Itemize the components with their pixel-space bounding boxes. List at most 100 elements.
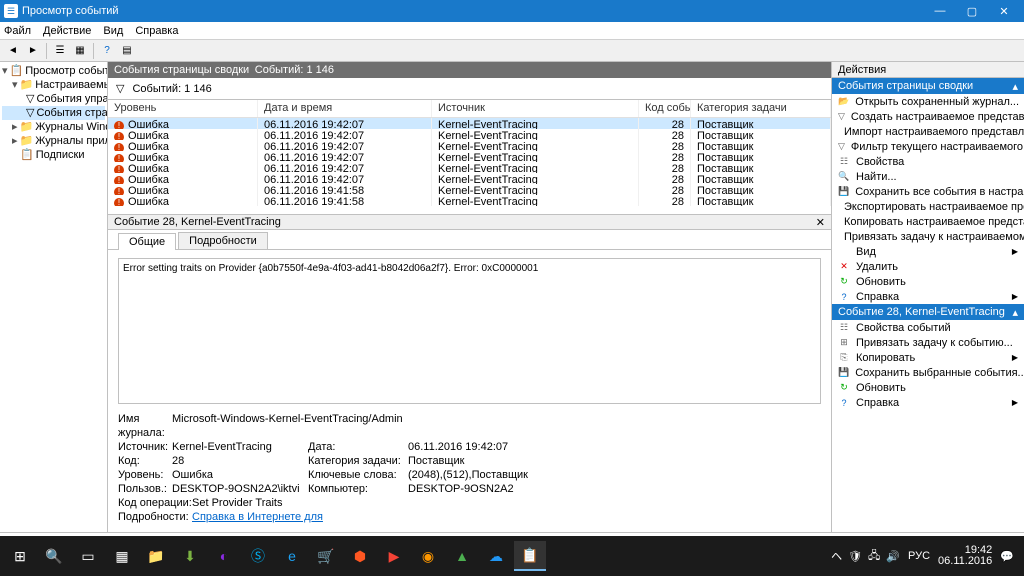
search-button[interactable]: 🔍 [38, 541, 70, 571]
back-button[interactable]: ◄ [4, 42, 22, 60]
menu-view[interactable]: Вид [103, 25, 123, 37]
tab-details[interactable]: Подробности [178, 232, 268, 249]
action-item[interactable]: ▽Создать настраиваемое представление... [832, 109, 1024, 124]
table-row[interactable]: !Ошибка06.11.2016 19:42:07Kernel-EventTr… [108, 140, 831, 151]
tree-custom[interactable]: Настраиваемые представл [35, 78, 108, 92]
tree-custom-1[interactable]: События страницы свод [36, 106, 108, 120]
taskbar-app[interactable]: 📁 [140, 541, 172, 571]
actions-header: Действия [832, 62, 1024, 78]
minimize-button[interactable]: — [924, 0, 956, 22]
action-item[interactable]: ↻Обновить [832, 274, 1024, 289]
filter-icon[interactable]: ▽ [116, 82, 124, 95]
actions-section-2[interactable]: Событие 28, Kernel-EventTracing▴ [832, 304, 1024, 320]
col-datetime[interactable]: Дата и время [258, 100, 432, 117]
collapse-icon[interactable]: ▴ [1012, 80, 1018, 93]
toolbar-prop-icon[interactable]: ▦ [71, 42, 89, 60]
taskbar-app[interactable]: e [276, 541, 308, 571]
tree-winlogs[interactable]: Журналы Windows [35, 120, 108, 134]
maximize-button[interactable]: ▢ [956, 0, 988, 22]
action-icon [838, 246, 850, 258]
window-titlebar: ☰ Просмотр событий — ▢ ✕ [0, 0, 1024, 22]
taskbar-app[interactable]: ▶ [378, 541, 410, 571]
action-item[interactable]: ⎘Копировать▶ [832, 350, 1024, 365]
table-row[interactable]: !Ошибка06.11.2016 19:42:07Kernel-EventTr… [108, 162, 831, 173]
taskbar-app[interactable]: ▲ [446, 541, 478, 571]
menu-file[interactable]: Файл [4, 25, 31, 37]
table-row[interactable]: !Ошибка06.11.2016 19:42:07Kernel-EventTr… [108, 151, 831, 162]
detail-close-icon[interactable]: ✕ [816, 216, 825, 229]
action-item[interactable]: ?Справка▶ [832, 289, 1024, 304]
taskbar-app[interactable]: ⬇ [174, 541, 206, 571]
action-item[interactable]: ✕Удалить [832, 259, 1024, 274]
table-row[interactable]: !Ошибка06.11.2016 19:41:58Kernel-EventTr… [108, 195, 831, 206]
action-item[interactable]: ☷Свойства событий [832, 320, 1024, 335]
actions-section-1[interactable]: События страницы сводки▴ [832, 78, 1024, 94]
table-row[interactable]: !Ошибка06.11.2016 19:42:07Kernel-EventTr… [108, 129, 831, 140]
action-item[interactable]: ☷Свойства [832, 154, 1024, 169]
taskbar-app[interactable]: ☁ [480, 541, 512, 571]
error-icon: ! [114, 143, 124, 152]
taskbar-app[interactable]: Ⓢ [242, 541, 274, 571]
action-icon: ⎘ [838, 352, 850, 364]
table-row[interactable]: !Ошибка06.11.2016 19:42:07Kernel-EventTr… [108, 118, 831, 129]
taskbar-app[interactable]: ⬢ [344, 541, 376, 571]
toolbar-help-icon[interactable]: ? [98, 42, 116, 60]
tree-root[interactable]: Просмотр событий (Локальн [25, 64, 108, 78]
menu-help[interactable]: Справка [135, 25, 178, 37]
toolbar-action-icon[interactable]: ☰ [51, 42, 69, 60]
collapse-icon[interactable]: ▴ [1012, 306, 1018, 319]
tray-lang[interactable]: РУС [908, 550, 930, 562]
event-grid[interactable]: !Ошибка06.11.2016 19:42:07Kernel-EventTr… [108, 118, 831, 214]
window-title: Просмотр событий [22, 5, 119, 17]
taskbar-app[interactable]: ▦ [106, 541, 138, 571]
action-item[interactable]: 📂Открыть сохраненный журнал... [832, 94, 1024, 109]
tree-subs[interactable]: Подписки [36, 148, 85, 162]
action-item[interactable]: ▽Фильтр текущего настраиваемого представ… [832, 139, 1024, 154]
tree-applogs[interactable]: Журналы приложений и сл [35, 134, 108, 148]
action-item[interactable]: 💾Сохранить все события в настраиваемом п… [832, 184, 1024, 199]
table-row[interactable]: !Ошибка06.11.2016 19:42:07Kernel-EventTr… [108, 173, 831, 184]
forward-button[interactable]: ► [24, 42, 42, 60]
table-row[interactable]: !Ошибка06.11.2016 19:41:58Kernel-EventTr… [108, 184, 831, 195]
nav-tree[interactable]: ▾📋 Просмотр событий (Локальн ▾📁 Настраив… [0, 62, 108, 532]
menu-action[interactable]: Действие [43, 25, 91, 37]
action-item[interactable]: 💾Сохранить выбранные события... [832, 365, 1024, 380]
actions-pane: Действия События страницы сводки▴ 📂Откры… [832, 62, 1024, 532]
menubar: Файл Действие Вид Справка [0, 22, 1024, 40]
col-level[interactable]: Уровень [108, 100, 258, 117]
start-button[interactable]: ⊞ [4, 541, 36, 571]
taskbar-app[interactable]: 🛒 [310, 541, 342, 571]
action-item[interactable]: ⊞Привязать задачу к событию... [832, 335, 1024, 350]
help-link[interactable]: Справка в Интернете для [192, 510, 323, 524]
taskview-button[interactable]: ▭ [72, 541, 104, 571]
action-item[interactable]: Импорт настраиваемого представления... [832, 124, 1024, 139]
tree-custom-0[interactable]: События управления [36, 92, 108, 106]
taskbar-app[interactable]: ◉ [412, 541, 444, 571]
toolbar-extra-icon[interactable]: ▤ [118, 42, 136, 60]
tray-clock[interactable]: 19:4206.11.2016 [938, 545, 992, 567]
col-source[interactable]: Источник [432, 100, 639, 117]
col-category[interactable]: Категория задачи [691, 100, 831, 117]
system-tray[interactable]: ヘ🛡🖧🔊 [831, 547, 900, 566]
action-item[interactable]: Экспортировать настраиваемое представлен… [832, 199, 1024, 214]
action-item[interactable]: 🔍Найти... [832, 169, 1024, 184]
events-title: События страницы сводки [114, 64, 249, 76]
action-item[interactable]: Привязать задачу к настраиваемому предст… [832, 229, 1024, 244]
action-item[interactable]: ↻Обновить [832, 380, 1024, 395]
detail-message: Error setting traits on Provider {a0b755… [118, 258, 821, 404]
action-item[interactable]: Копировать настраиваемое представление..… [832, 214, 1024, 229]
tab-general[interactable]: Общие [118, 233, 176, 250]
taskbar[interactable]: ⊞ 🔍 ▭ ▦ 📁 ⬇ ◐ Ⓢ e 🛒 ⬢ ▶ ◉ ▲ ☁ 📋 ヘ🛡🖧🔊 РУС… [0, 536, 1024, 576]
events-header: События страницы сводки Событий: 1 146 [108, 62, 831, 78]
col-id[interactable]: Код события [639, 100, 691, 117]
taskbar-app-active[interactable]: 📋 [514, 541, 546, 571]
grid-header[interactable]: Уровень Дата и время Источник Код событи… [108, 100, 831, 118]
error-icon: ! [114, 132, 124, 141]
notifications-button[interactable]: 💬 [1000, 550, 1014, 563]
action-item[interactable]: ?Справка▶ [832, 395, 1024, 410]
action-icon: 🔍 [838, 171, 850, 183]
taskbar-app[interactable]: ◐ [208, 541, 240, 571]
action-item[interactable]: Вид▶ [832, 244, 1024, 259]
error-icon: ! [114, 121, 124, 130]
close-button[interactable]: ✕ [988, 0, 1020, 22]
